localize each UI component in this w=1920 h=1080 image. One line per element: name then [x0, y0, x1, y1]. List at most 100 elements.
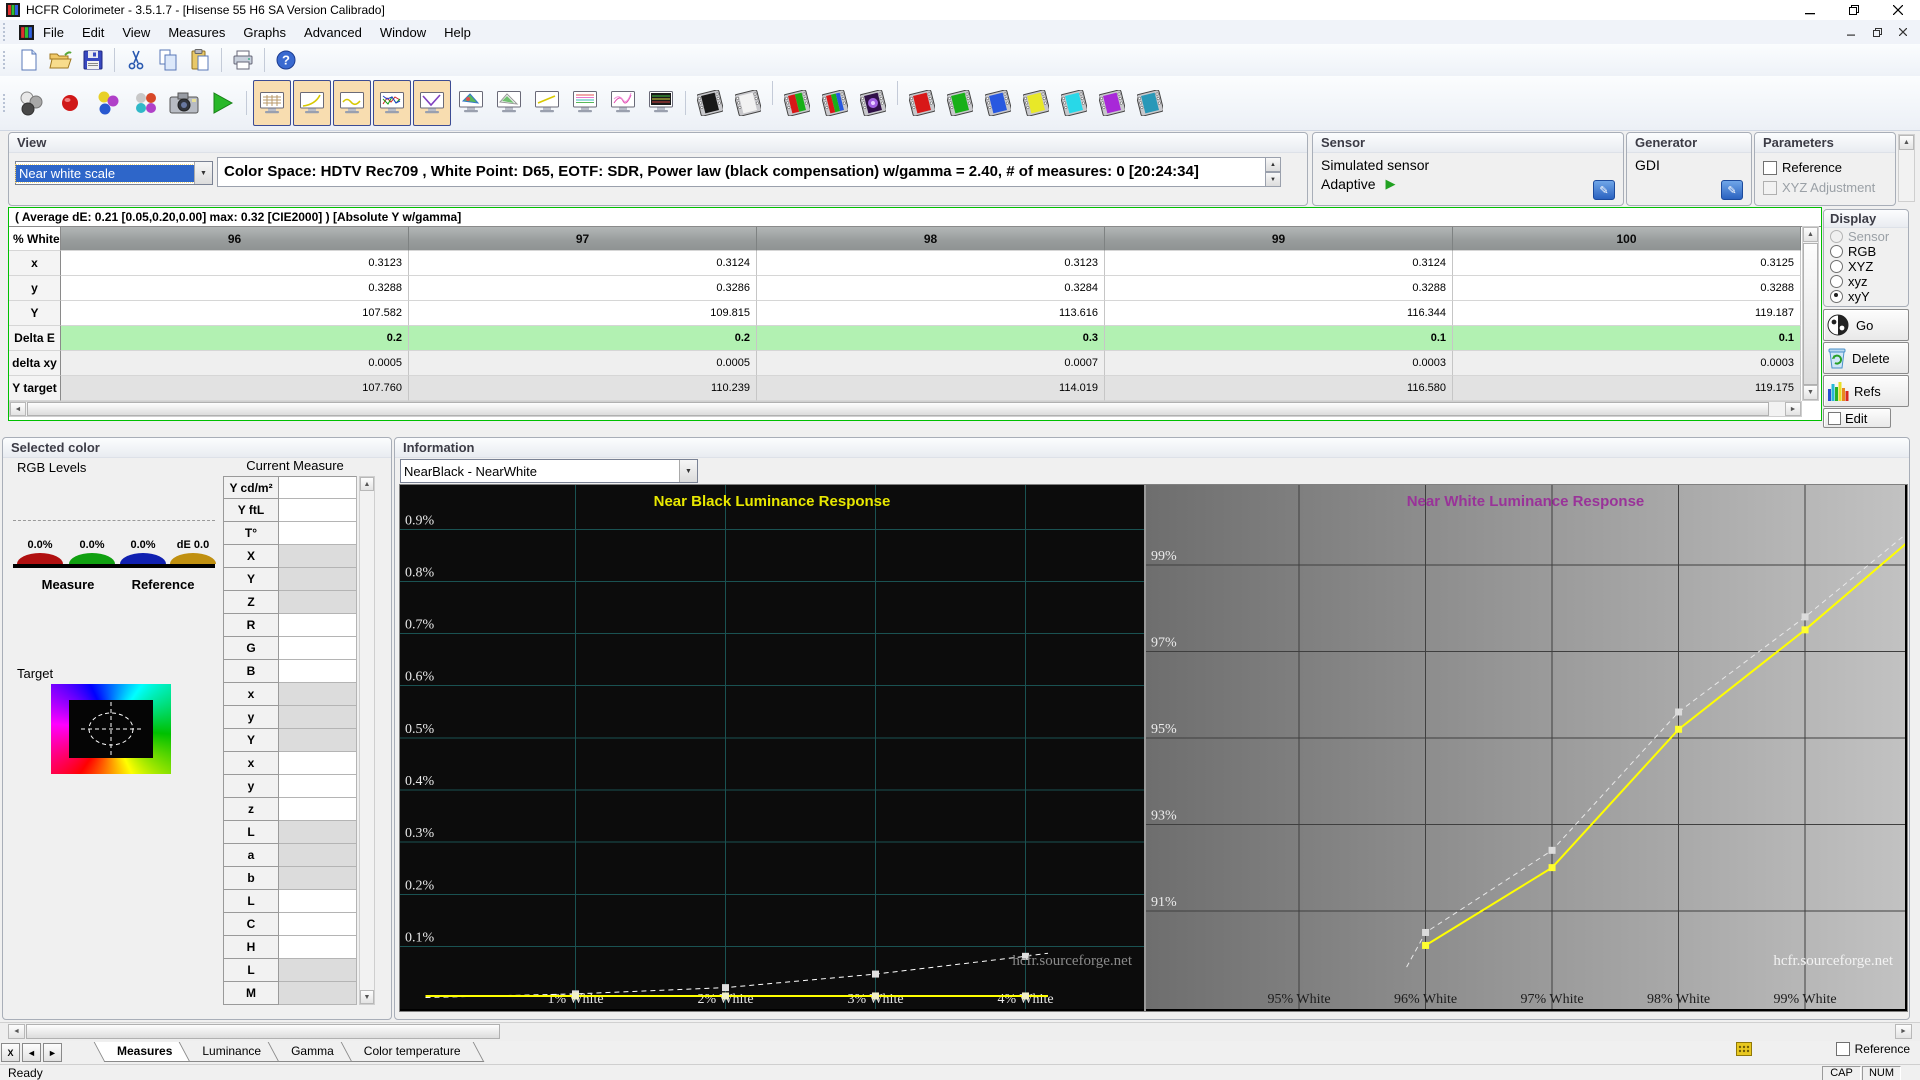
refs-button[interactable]: Refs — [1823, 375, 1909, 407]
scroll-up-icon[interactable]: ▲ — [1899, 135, 1914, 150]
grayscale-measure-button[interactable] — [14, 81, 50, 125]
table-cell[interactable]: 0.0003 — [1105, 351, 1453, 376]
column-header-100[interactable]: 100 — [1453, 227, 1801, 251]
continuous-measure-button[interactable] — [204, 81, 240, 125]
display-option-xyy[interactable]: xyY — [1830, 289, 1908, 303]
close-button[interactable] — [1876, 0, 1920, 20]
table-cell[interactable]: 0.0005 — [61, 351, 409, 376]
scroll-left-icon[interactable]: ◄ — [10, 402, 26, 416]
table-cell[interactable]: 0.3288 — [1453, 276, 1801, 301]
radio-icon[interactable] — [1830, 275, 1843, 288]
delete-button[interactable]: Delete — [1823, 342, 1909, 374]
open-file-button[interactable] — [46, 46, 76, 74]
spin-up-icon[interactable]: ▲ — [1265, 157, 1281, 172]
table-cell[interactable]: 116.344 — [1105, 301, 1453, 326]
series-yellow-sat-button[interactable] — [1018, 81, 1054, 125]
table-cell[interactable]: 0.3123 — [757, 251, 1105, 276]
table-cell[interactable]: 0.3288 — [61, 276, 409, 301]
information-selector-combo[interactable]: NearBlack - NearWhite ▼ — [400, 459, 698, 483]
display-option-rgb[interactable]: RGB — [1830, 244, 1908, 258]
menu-item-measures[interactable]: Measures — [159, 22, 234, 43]
table-cell[interactable]: 0.2 — [409, 326, 757, 351]
table-cell[interactable]: 0.0003 — [1453, 351, 1801, 376]
tab-prev-button[interactable]: ◄ — [22, 1043, 41, 1062]
edit-button[interactable]: Edit — [1823, 408, 1891, 428]
table-cell[interactable]: 113.616 — [757, 301, 1105, 326]
checkbox-icon[interactable] — [1763, 161, 1777, 175]
series-magenta-sat-button[interactable] — [1094, 81, 1130, 125]
view-color-lines-button[interactable] — [567, 80, 603, 124]
sensor-configure-button[interactable]: ✎ — [1593, 180, 1615, 200]
save-button[interactable] — [78, 46, 108, 74]
print-button[interactable] — [228, 46, 258, 74]
table-cell[interactable]: 119.175 — [1453, 376, 1801, 401]
table-cell[interactable]: 0.3284 — [757, 276, 1105, 301]
view-measures-grid-button[interactable] — [253, 80, 291, 126]
scroll-left-icon[interactable]: ◄ — [8, 1024, 25, 1039]
table-cell[interactable]: 0.3288 — [1105, 276, 1453, 301]
mdi-restore-button[interactable] — [1864, 23, 1890, 41]
view-dark-lines-button[interactable] — [643, 80, 679, 124]
column-header-97[interactable]: 97 — [409, 227, 757, 251]
column-header-98[interactable]: 98 — [757, 227, 1105, 251]
h-scroll-thumb[interactable] — [27, 402, 1769, 416]
menu-item-graphs[interactable]: Graphs — [234, 22, 295, 43]
tab-next-button[interactable]: ► — [43, 1043, 62, 1062]
series-grayscale-button[interactable] — [692, 81, 728, 125]
table-cell[interactable]: 0.3124 — [1105, 251, 1453, 276]
table-cell[interactable]: 0.3 — [757, 326, 1105, 351]
table-cell[interactable]: 0.2 — [61, 326, 409, 351]
tab-color-temperature[interactable]: Color temperature — [346, 1042, 479, 1062]
scroll-down-icon[interactable]: ▼ — [360, 990, 374, 1004]
v-scroll-thumb[interactable] — [1803, 243, 1818, 385]
view-cie-small-button[interactable] — [491, 80, 527, 124]
info-spinner[interactable]: ▲ ▼ — [1265, 157, 1281, 187]
checkbox-icon[interactable] — [1836, 1042, 1850, 1056]
bottom-reference-checkbox[interactable]: Reference — [1836, 1042, 1910, 1056]
tab-luminance[interactable]: Luminance — [184, 1042, 279, 1062]
table-cell[interactable]: 119.187 — [1453, 301, 1801, 326]
spin-down-icon[interactable]: ▼ — [1265, 172, 1281, 187]
menu-item-advanced[interactable]: Advanced — [295, 22, 371, 43]
minimize-button[interactable] — [1788, 0, 1832, 20]
main-h-scrollbar[interactable]: ◄ ► — [0, 1022, 1920, 1041]
main-h-scroll-thumb[interactable] — [26, 1024, 500, 1039]
table-cell[interactable]: 107.760 — [61, 376, 409, 401]
menu-item-file[interactable]: File — [34, 22, 73, 43]
menu-item-view[interactable]: View — [113, 22, 159, 43]
help-button[interactable]: ? — [271, 46, 301, 74]
table-v-scrollbar[interactable]: ▲ ▼ — [1802, 226, 1819, 401]
panel-scrollbar[interactable]: ▲ — [1898, 134, 1915, 202]
column-header-96[interactable]: 96 — [61, 227, 409, 251]
menu-item-window[interactable]: Window — [371, 22, 435, 43]
cut-button[interactable] — [121, 46, 151, 74]
red-measure-button[interactable] — [52, 81, 88, 125]
generator-configure-button[interactable]: ✎ — [1721, 180, 1743, 200]
radio-icon[interactable] — [1830, 245, 1843, 258]
table-cell[interactable]: 0.0007 — [757, 351, 1105, 376]
measure-scrollbar[interactable]: ▲ ▼ — [359, 476, 375, 1005]
scroll-up-icon[interactable]: ▲ — [360, 477, 374, 491]
series-green-sat-button[interactable] — [942, 81, 978, 125]
restore-button[interactable] — [1832, 0, 1876, 20]
table-cell[interactable]: 110.239 — [409, 376, 757, 401]
table-cell[interactable]: 0.3286 — [409, 276, 757, 301]
scroll-right-icon[interactable]: ► — [1785, 402, 1801, 416]
sensor-play-icon[interactable]: ▶ — [1385, 176, 1395, 192]
view-gamma-line-button[interactable] — [529, 80, 565, 124]
go-button[interactable]: Go — [1823, 309, 1909, 341]
series-red-sat-button[interactable] — [904, 81, 940, 125]
view-luminance-button[interactable] — [413, 80, 451, 126]
series-blue-sat-button[interactable] — [980, 81, 1016, 125]
view-saturation-curves-button[interactable] — [605, 80, 641, 124]
table-cell[interactable]: 109.815 — [409, 301, 757, 326]
table-cell[interactable]: 0.1 — [1105, 326, 1453, 351]
single-measure-button[interactable] — [166, 81, 202, 125]
radio-icon[interactable] — [1830, 260, 1843, 273]
chevron-down-icon[interactable]: ▼ — [679, 460, 697, 482]
mdi-close-button[interactable] — [1890, 23, 1916, 41]
menu-item-help[interactable]: Help — [435, 22, 480, 43]
display-option-xyz[interactable]: xyz — [1830, 274, 1908, 288]
scroll-up-icon[interactable]: ▲ — [1803, 227, 1818, 242]
tab-close-button[interactable]: X — [1, 1043, 20, 1062]
